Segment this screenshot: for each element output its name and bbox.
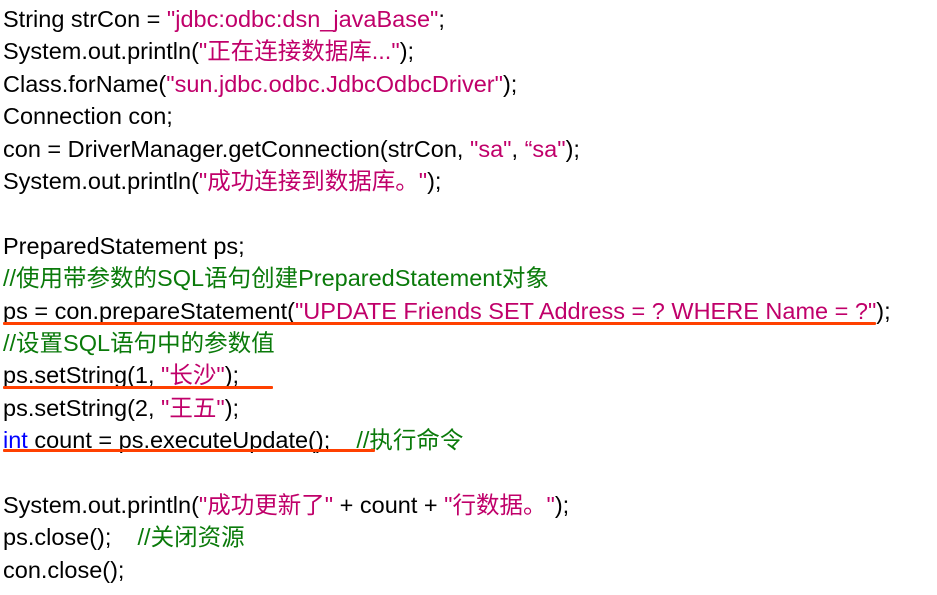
code-text: ); bbox=[224, 394, 240, 421]
code-line: String strCon = "jdbc:odbc:dsn_javaBase"… bbox=[3, 3, 933, 35]
code-line: ps.setString(2, "王五"); bbox=[3, 392, 933, 424]
code-text: ); bbox=[565, 135, 580, 162]
string-literal: "sa" bbox=[469, 135, 512, 162]
code-listing: String strCon = "jdbc:odbc:dsn_javaBase"… bbox=[3, 3, 933, 586]
code-text: ); bbox=[399, 38, 415, 65]
code-text: Connection con; bbox=[3, 103, 173, 130]
string-literal: "jdbc:odbc:dsn_javaBase" bbox=[166, 6, 439, 32]
code-line: System.out.println("正在连接数据库..."); bbox=[3, 35, 933, 67]
code-text: System.out.println( bbox=[3, 167, 199, 194]
code-text: ); bbox=[554, 491, 570, 518]
highlight-underline-execute-update bbox=[3, 449, 375, 452]
code-text: ps.setString(2, bbox=[3, 394, 162, 421]
code-line: System.out.println("成功连接到数据库。"); bbox=[3, 165, 933, 197]
code-line: Connection con; bbox=[3, 100, 933, 132]
code-text: ); bbox=[427, 167, 442, 194]
string-literal: "成功更新了" bbox=[198, 491, 334, 518]
code-text: ); bbox=[502, 70, 518, 97]
code-text: ps.close(); bbox=[3, 524, 138, 551]
code-line: con = DriverManager.getConnection(strCon… bbox=[3, 133, 933, 165]
string-literal: "sun.jdbc.odbc.JdbcOdbcDriver" bbox=[166, 70, 503, 97]
code-line: //设置SQL语句中的参数值 bbox=[3, 327, 933, 359]
code-line: PreparedStatement ps; bbox=[3, 230, 933, 262]
string-literal: "王五" bbox=[161, 394, 225, 421]
code-comment: //关闭资源 bbox=[137, 524, 245, 551]
code-text: String strCon = bbox=[3, 6, 167, 32]
string-literal: "长沙" bbox=[161, 362, 225, 389]
code-text: con = DriverManager.getConnection(strCon… bbox=[3, 135, 470, 162]
code-line: ps.close(); //关闭资源 bbox=[3, 521, 933, 553]
code-text: PreparedStatement ps; bbox=[3, 232, 245, 259]
code-comment: //设置SQL语句中的参数值 bbox=[3, 329, 275, 356]
code-text: + count + bbox=[333, 491, 445, 518]
code-text: ; bbox=[438, 6, 445, 32]
code-text: con.close(); bbox=[3, 556, 125, 583]
code-line: Class.forName("sun.jdbc.odbc.JdbcOdbcDri… bbox=[3, 68, 933, 100]
string-literal: "行数据。" bbox=[444, 491, 555, 518]
code-text: Class.forName( bbox=[3, 70, 167, 97]
string-literal: "UPDATE Friends SET Address = ? WHERE Na… bbox=[294, 297, 877, 324]
code-text: ps = con.prepareStatement( bbox=[3, 297, 295, 324]
code-text: ps.setString(1, bbox=[3, 362, 162, 389]
code-comment: //使用带参数的SQL语句创建PreparedStatement对象 bbox=[3, 265, 549, 292]
code-text: System.out.println( bbox=[3, 491, 199, 518]
code-text: System.out.println( bbox=[3, 38, 199, 65]
highlight-underline-prepare-statement bbox=[3, 322, 876, 325]
code-text: ); bbox=[224, 362, 240, 389]
code-line: //使用带参数的SQL语句创建PreparedStatement对象 bbox=[3, 262, 933, 294]
code-text: ); bbox=[876, 297, 891, 324]
string-literal: "正在连接数据库..." bbox=[198, 38, 400, 65]
string-literal: “sa" bbox=[524, 135, 566, 162]
string-literal: "成功连接到数据库。" bbox=[198, 167, 428, 194]
code-line: con.close(); bbox=[3, 554, 933, 586]
highlight-underline-set-string-1 bbox=[3, 386, 273, 389]
code-text: , bbox=[511, 135, 525, 162]
code-line: System.out.println("成功更新了" + count + "行数… bbox=[3, 489, 933, 521]
